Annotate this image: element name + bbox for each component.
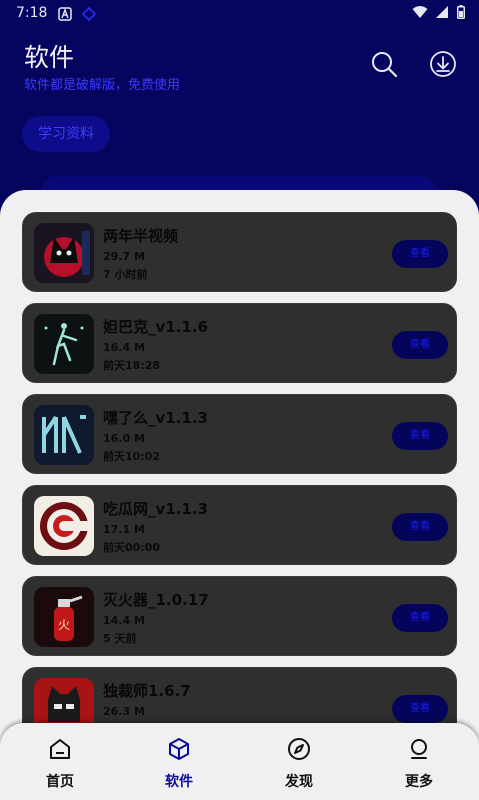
- tab-2[interactable]: [122, 116, 212, 152]
- app-size: 29.7 M: [103, 250, 145, 263]
- app-name: 嘿了么_v1.1.3: [103, 409, 208, 427]
- svg-text:火: 火: [58, 618, 70, 632]
- app-name: 吃瓜网_v1.1.3: [103, 500, 208, 518]
- view-button[interactable]: 查看: [392, 422, 448, 450]
- app-list[interactable]: 两年半视频 29.7 M 7 小时前 查看 妲巴克_v1.1.6 16.4 M …: [22, 212, 457, 732]
- app-date: 5 天前: [103, 632, 137, 645]
- app-size: 16.4 M: [103, 341, 145, 354]
- wifi-icon: [412, 6, 428, 18]
- view-button[interactable]: 查看: [392, 331, 448, 359]
- bottom-nav: 首页 软件 发现 更多: [0, 723, 479, 800]
- app-size: 14.4 M: [103, 614, 145, 627]
- app-date: 前天18:28: [103, 359, 161, 372]
- app-size: 16.0 M: [103, 432, 145, 445]
- nav-discover[interactable]: 发现: [259, 737, 339, 791]
- notification-a-icon: [58, 7, 72, 21]
- app-date: 7 小时前: [103, 268, 148, 281]
- list-item[interactable]: 火 灭火器_1.0.17 14.4 M 5 天前 查看: [22, 576, 457, 656]
- view-button[interactable]: 查看: [392, 604, 448, 632]
- nav-software[interactable]: 软件: [139, 737, 219, 791]
- hl-logo-icon: [34, 405, 94, 465]
- list-item[interactable]: 嘿了么_v1.1.3 16.0 M 前天10:02 查看: [22, 394, 457, 474]
- compass-icon: [288, 738, 310, 760]
- status-time: 7:18: [16, 5, 48, 21]
- view-button[interactable]: 查看: [392, 695, 448, 723]
- nav-software-label: 软件: [165, 774, 193, 790]
- signal-icon: [436, 6, 448, 18]
- app-date: 前天10:02: [103, 450, 161, 463]
- app-name: 妲巴克_v1.1.6: [103, 318, 208, 336]
- page-title: 软件: [24, 43, 75, 72]
- notification-diamond-icon: [82, 7, 96, 21]
- tab-study-materials[interactable]: 学习资料: [22, 116, 110, 152]
- download-icon[interactable]: [429, 50, 457, 78]
- c-ring-icon: [34, 496, 94, 556]
- nav-home-label: 首页: [46, 774, 74, 790]
- app-name: 灭火器_1.0.17: [103, 591, 209, 609]
- app-size: 17.1 M: [103, 523, 145, 536]
- view-button[interactable]: 查看: [392, 513, 448, 541]
- list-item[interactable]: 吃瓜网_v1.1.3 17.1 M 前天00:00 查看: [22, 485, 457, 565]
- nav-more[interactable]: 更多: [379, 737, 459, 791]
- figure-icon: [34, 314, 94, 374]
- home-icon: [50, 739, 70, 759]
- search-icon[interactable]: [370, 50, 398, 78]
- category-tabs: 学习资料: [22, 116, 310, 152]
- tab-3[interactable]: [224, 116, 310, 152]
- page-subtitle: 软件都是破解版，免费使用: [24, 78, 181, 93]
- app-name: 两年半视频: [103, 227, 179, 245]
- extinguisher-icon: 火: [34, 587, 94, 647]
- list-item[interactable]: 两年半视频 29.7 M 7 小时前 查看: [22, 212, 457, 292]
- nav-more-label: 更多: [405, 774, 433, 790]
- status-bar: 7:18: [0, 0, 479, 28]
- app-name: 独裁师1.6.7: [103, 682, 191, 700]
- person-icon: [411, 739, 427, 759]
- nav-discover-label: 发现: [285, 774, 313, 790]
- view-button[interactable]: 查看: [392, 240, 448, 268]
- app-size: 26.3 M: [103, 705, 145, 718]
- black-cat-icon: [34, 223, 94, 283]
- nav-home[interactable]: 首页: [20, 737, 100, 791]
- app-date: 前天00:00: [103, 541, 161, 554]
- cube-icon: [169, 738, 189, 760]
- battery-icon: [457, 5, 465, 19]
- list-item[interactable]: 妲巴克_v1.1.6 16.4 M 前天18:28 查看: [22, 303, 457, 383]
